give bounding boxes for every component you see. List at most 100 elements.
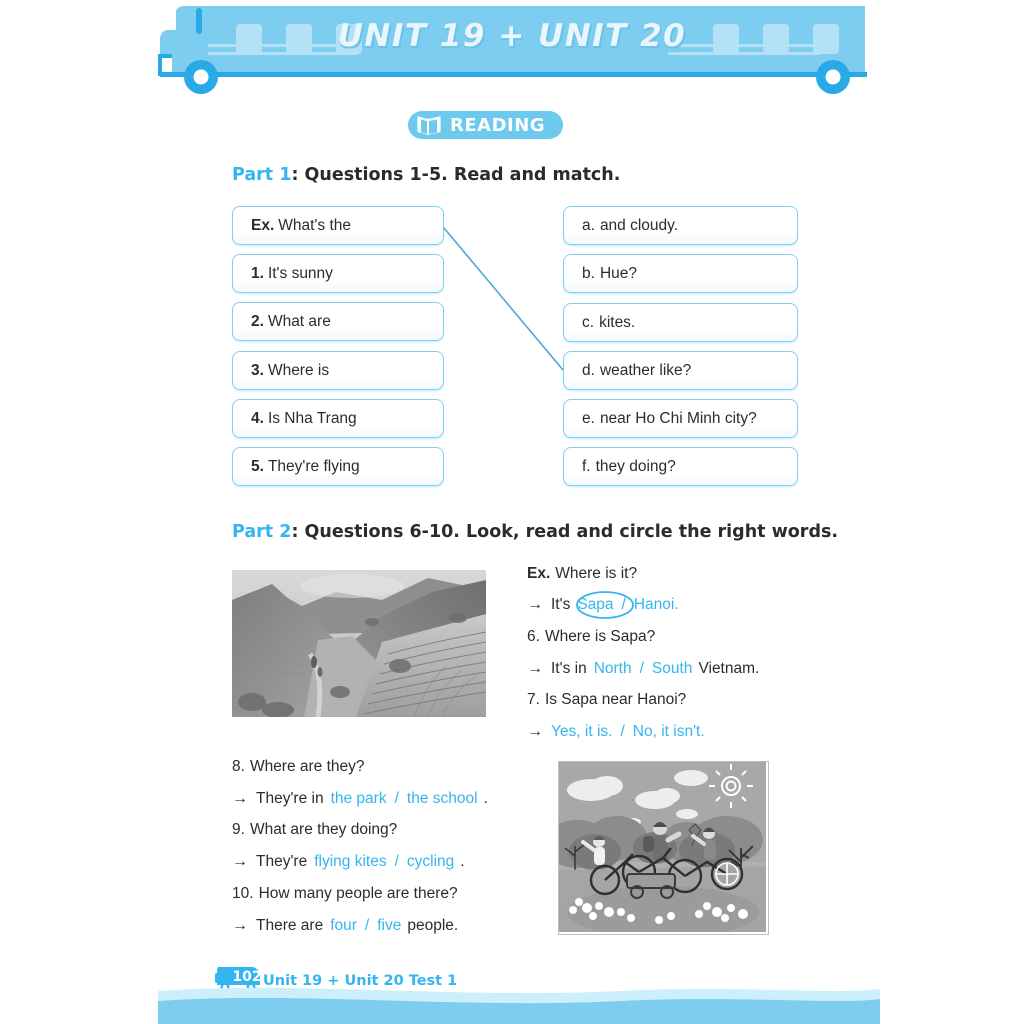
match-marker: 3. <box>251 361 264 379</box>
match-box-right-3[interactable]: c. kites. <box>563 303 798 342</box>
answer-line-1: → It's Sapa / Hanoi. <box>527 597 685 613</box>
question-text: What are they doing? <box>249 821 398 838</box>
match-text: Hue? <box>599 264 637 282</box>
match-marker: 1. <box>251 264 264 282</box>
match-text: weather like? <box>599 361 692 379</box>
match-text: It's sunny <box>267 264 333 282</box>
answer-line-3: → Yes, it is. / No, it isn't. <box>527 724 711 740</box>
question-number: 10. <box>232 885 254 902</box>
answer-prefix: It's <box>551 596 571 613</box>
part2-heading: Part 2: Questions 6-10. Look, read and c… <box>232 522 838 542</box>
answer-prefix: They're <box>256 853 308 870</box>
question-text: How many people are there? <box>258 885 458 902</box>
match-box-right-5[interactable]: e. near Ho Chi Minh city? <box>563 399 798 438</box>
arrow-icon: → <box>232 790 248 807</box>
option-b[interactable]: No, it isn't. <box>633 723 705 740</box>
question-number: Ex. <box>527 565 551 582</box>
match-marker: 4. <box>251 409 264 427</box>
part1-heading: Part 1: Questions 1-5. Read and match. <box>232 165 620 185</box>
worksheet-page: UNIT 19 + UNIT 20 READING Part 1: Questi… <box>0 0 1024 1024</box>
option-separator: / <box>394 790 399 807</box>
question-number: 8. <box>232 758 245 775</box>
option-a[interactable]: Sapa <box>577 596 613 613</box>
match-text: What are <box>267 312 331 330</box>
question-line-4: 8. Where are they? <box>232 759 365 775</box>
match-text: they doing? <box>595 457 676 475</box>
answer-prefix: They're in <box>256 790 324 807</box>
match-marker: e. <box>582 409 595 427</box>
part1-heading-rest: : Questions 1-5. Read and match. <box>291 165 621 185</box>
question-number: 6. <box>527 628 540 645</box>
match-text: near Ho Chi Minh city? <box>599 409 757 427</box>
terraced-rice-fields-photo <box>232 570 486 717</box>
match-box-left-4[interactable]: 3. Where is <box>232 351 444 390</box>
answer-line-6: → There are four / five people. <box>232 918 458 934</box>
answer-line-4: → They're in the park / the school. <box>232 791 488 807</box>
children-cycling-park-illustration <box>558 761 769 935</box>
part2-label: Part 2 <box>232 522 292 542</box>
reading-section-badge: READING <box>408 111 564 139</box>
match-box-left-3[interactable]: 2. What are <box>232 302 444 341</box>
match-box-left-5[interactable]: 4. Is Nha Trang <box>232 399 444 438</box>
arrow-icon: → <box>527 660 543 677</box>
sapa-circle-annotation <box>576 591 634 619</box>
unit-header-banner: UNIT 19 + UNIT 20 <box>0 0 1024 100</box>
match-box-right-6[interactable]: f. they doing? <box>563 447 798 486</box>
match-text: Is Nha Trang <box>267 409 357 427</box>
option-separator: / <box>394 853 399 870</box>
match-box-right-4[interactable]: d. weather like? <box>563 351 798 390</box>
answer-suffix: Vietnam. <box>698 660 760 677</box>
part1-label: Part 1 <box>232 165 292 185</box>
option-a[interactable]: Yes, it is. <box>551 723 612 740</box>
option-b[interactable]: five <box>377 917 401 934</box>
question-text: Where is it? <box>555 565 638 582</box>
option-a[interactable]: North <box>594 660 632 677</box>
option-a[interactable]: the park <box>331 790 387 807</box>
arrow-icon: → <box>527 596 543 613</box>
answer-suffix: . <box>460 853 465 870</box>
match-box-left-1[interactable]: Ex. What's the <box>232 206 444 245</box>
match-marker: b. <box>582 264 595 282</box>
arrow-icon: → <box>232 917 248 934</box>
option-b[interactable]: the school <box>407 790 478 807</box>
reading-label: READING <box>450 114 546 136</box>
answer-prefix: There are <box>256 917 324 934</box>
match-box-left-6[interactable]: 5. They're flying <box>232 447 444 486</box>
question-line-5: 9. What are they doing? <box>232 822 397 838</box>
question-line-1: Ex. Where is it? <box>527 566 637 582</box>
match-marker: 2. <box>251 312 264 330</box>
match-marker: f. <box>582 457 591 475</box>
bus-graphic <box>158 6 867 94</box>
answer-suffix: people. <box>407 917 459 934</box>
question-text: Is Sapa near Hanoi? <box>544 691 687 708</box>
option-a[interactable]: flying kites <box>314 853 386 870</box>
match-box-left-2[interactable]: 1. It's sunny <box>232 254 444 293</box>
option-b[interactable]: Hanoi. <box>634 596 679 613</box>
match-text: Where is <box>267 361 330 379</box>
question-line-3: 7. Is Sapa near Hanoi? <box>527 692 686 708</box>
answer-prefix: It's in <box>551 660 587 677</box>
option-separator: / <box>364 917 370 934</box>
option-b[interactable]: South <box>652 660 693 677</box>
question-number: 7. <box>527 691 540 708</box>
part2-heading-rest: : Questions 6-10. Look, read and circle … <box>291 522 839 542</box>
match-box-right-2[interactable]: b. Hue? <box>563 254 798 293</box>
footer-wave-decoration <box>158 987 880 1024</box>
answer-line-5: → They're flying kites / cycling. <box>232 854 465 870</box>
match-marker: c. <box>582 313 595 331</box>
match-text: and cloudy. <box>599 216 679 234</box>
option-separator: / <box>620 723 625 740</box>
match-marker: 5. <box>251 457 264 475</box>
match-box-right-1[interactable]: a. and cloudy. <box>563 206 798 245</box>
answer-suffix: . <box>483 790 488 807</box>
match-marker: Ex. <box>251 216 275 234</box>
match-text: kites. <box>599 313 636 331</box>
question-line-2: 6. Where is Sapa? <box>527 629 655 645</box>
match-connector-line <box>443 227 564 371</box>
question-text: Where are they? <box>249 758 365 775</box>
match-text: They're flying <box>267 457 360 475</box>
question-text: Where is Sapa? <box>544 628 656 645</box>
option-b[interactable]: cycling <box>407 853 454 870</box>
open-book-icon <box>417 116 441 135</box>
option-a[interactable]: four <box>330 917 357 934</box>
